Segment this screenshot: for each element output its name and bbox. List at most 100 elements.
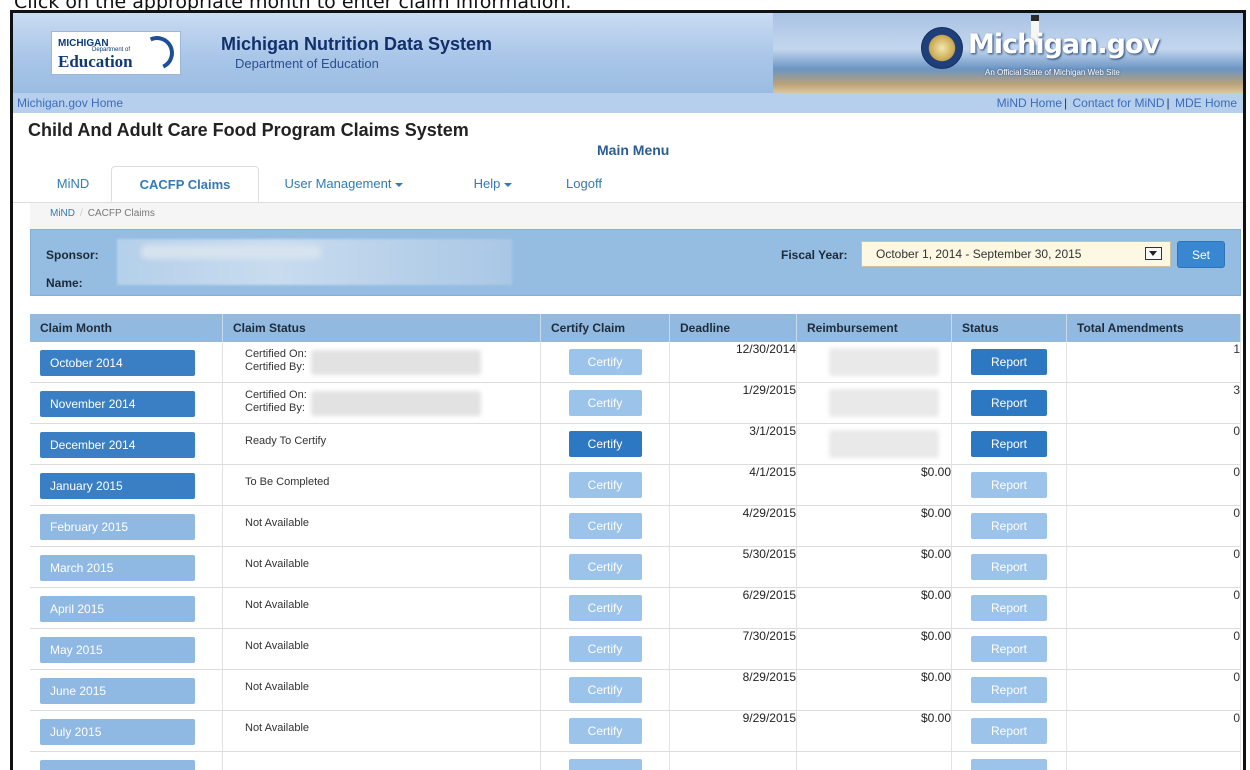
certifier-redacted (311, 391, 481, 416)
claim-month-button[interactable]: November 2014 (40, 391, 195, 417)
header-status: Status (952, 314, 1067, 342)
cell-claim-month: April 2015 (30, 588, 223, 629)
report-button[interactable]: Report (971, 513, 1047, 539)
report-button[interactable]: Report (971, 554, 1047, 580)
claim-month-button[interactable]: December 2014 (40, 432, 195, 458)
cell-total-amendments: 0 (1067, 506, 1241, 547)
set-button[interactable]: Set (1177, 241, 1225, 268)
table-row: November 2014Certified On:Certified By:C… (30, 383, 1241, 424)
table-header-row: Claim Month Claim Status Certify Claim D… (30, 314, 1241, 342)
certify-button[interactable]: Certify (569, 431, 642, 457)
michigan-gov-logo[interactable]: Michigan.gov (968, 29, 1159, 60)
cell-deadline: 3/1/2015 (670, 424, 797, 465)
certify-button[interactable] (569, 759, 642, 770)
cell-total-amendments: 3 (1067, 383, 1241, 424)
header-deadline: Deadline (670, 314, 797, 342)
claim-month-button[interactable]: March 2015 (40, 555, 195, 581)
report-button[interactable]: Report (971, 718, 1047, 744)
report-button[interactable] (971, 759, 1047, 770)
certify-button[interactable]: Certify (569, 390, 642, 416)
claim-status-text: Not Available (223, 588, 540, 612)
cell-certify: Certify (541, 629, 670, 670)
cell-status (952, 752, 1067, 770)
claim-month-button[interactable]: July 2015 (40, 719, 195, 745)
claim-month-button[interactable]: October 2014 (40, 350, 195, 376)
tab-help[interactable]: Help (458, 166, 528, 202)
cell-deadline: 4/1/2015 (670, 465, 797, 506)
certify-button[interactable]: Certify (569, 677, 642, 703)
cell-claim-month (30, 752, 223, 770)
cell-deadline: 8/29/2015 (670, 670, 797, 711)
cell-certify: Certify (541, 342, 670, 383)
link-separator: | (1064, 96, 1067, 110)
cell-claim-month: May 2015 (30, 629, 223, 670)
breadcrumb: MiND/CACFP Claims (30, 203, 1243, 229)
certify-button[interactable]: Certify (569, 513, 642, 539)
mde-logo[interactable]: MICHIGAN Department of Education (51, 31, 181, 75)
cell-total-amendments: 1 (1067, 342, 1241, 383)
table-row: May 2015Not AvailableCertify7/30/2015$0.… (30, 629, 1241, 670)
cell-reimbursement: $0.00 (797, 506, 952, 547)
table-row: July 2015Not AvailableCertify9/29/2015$0… (30, 711, 1241, 752)
cell-deadline: 5/30/2015 (670, 547, 797, 588)
tab-cacfp-claims[interactable]: CACFP Claims (111, 166, 259, 202)
tab-user-management[interactable]: User Management (269, 166, 419, 202)
tab-logoff[interactable]: Logoff (549, 166, 619, 202)
certify-button[interactable]: Certify (569, 472, 642, 498)
claim-month-button[interactable]: April 2015 (40, 596, 195, 622)
header-claim-month: Claim Month (30, 314, 223, 342)
tab-mind[interactable]: MiND (43, 166, 103, 202)
certify-button[interactable]: Certify (569, 718, 642, 744)
report-button[interactable]: Report (971, 349, 1047, 375)
name-label: Name: (46, 276, 83, 290)
cell-reimbursement (797, 424, 952, 465)
cell-deadline: 1/29/2015 (670, 383, 797, 424)
cell-reimbursement (797, 342, 952, 383)
cell-claim-month: March 2015 (30, 547, 223, 588)
report-button[interactable]: Report (971, 677, 1047, 703)
cell-status: Report (952, 670, 1067, 711)
michigan-gov-home-link[interactable]: Michigan.gov Home (17, 96, 123, 110)
mde-home-link[interactable]: MDE Home (1175, 96, 1237, 110)
cell-total-amendments: 0 (1067, 711, 1241, 752)
report-button[interactable]: Report (971, 431, 1047, 457)
header-reimbursement: Reimbursement (797, 314, 952, 342)
report-button[interactable]: Report (971, 472, 1047, 498)
main-menu-link[interactable]: Main Menu (597, 142, 669, 158)
table-row: December 2014Ready To CertifyCertify3/1/… (30, 424, 1241, 465)
certify-button[interactable]: Certify (569, 595, 642, 621)
cell-claim-month: November 2014 (30, 383, 223, 424)
table-row: October 2014 Certified On:Certified By: Ce… (30, 342, 1241, 383)
claim-month-button[interactable]: February 2015 (40, 514, 195, 540)
breadcrumb-mind[interactable]: MiND (50, 208, 75, 219)
report-button[interactable]: Report (971, 636, 1047, 662)
cell-reimbursement: $0.00 (797, 547, 952, 588)
claim-month-button[interactable]: June 2015 (40, 678, 195, 704)
cell-claim-month: October 2014 (30, 342, 223, 383)
state-seal-icon (921, 27, 963, 69)
claim-month-button[interactable]: May 2015 (40, 637, 195, 663)
claim-month-button[interactable]: January 2015 (40, 473, 195, 499)
cell-total-amendments: 0 (1067, 465, 1241, 506)
certify-button[interactable]: Certify (569, 636, 642, 662)
claim-status-text: Not Available (223, 629, 540, 653)
claim-status-text (223, 752, 540, 763)
report-button[interactable]: Report (971, 390, 1047, 416)
cell-claim-month: February 2015 (30, 506, 223, 547)
cell-claim-month: June 2015 (30, 670, 223, 711)
reimbursement-redacted (829, 348, 939, 376)
cell-certify (541, 752, 670, 770)
certify-button[interactable]: Certify (569, 554, 642, 580)
report-button[interactable]: Report (971, 595, 1047, 621)
certify-button[interactable]: Certify (569, 349, 642, 375)
page-title: Child And Adult Care Food Program Claims… (28, 120, 469, 141)
fiscal-year-select[interactable]: October 1, 2014 - September 30, 2015 (861, 241, 1171, 267)
claim-month-button[interactable] (40, 760, 195, 770)
dropdown-arrow-icon[interactable] (1145, 247, 1162, 260)
claim-status-text: Not Available (223, 711, 540, 735)
cell-status: Report (952, 629, 1067, 670)
cell-deadline (670, 752, 797, 770)
cell-claim-status: Certified On:Certified By: (223, 342, 541, 383)
mind-home-link[interactable]: MiND Home (997, 96, 1062, 110)
contact-mind-link[interactable]: Contact for MiND (1072, 96, 1164, 110)
